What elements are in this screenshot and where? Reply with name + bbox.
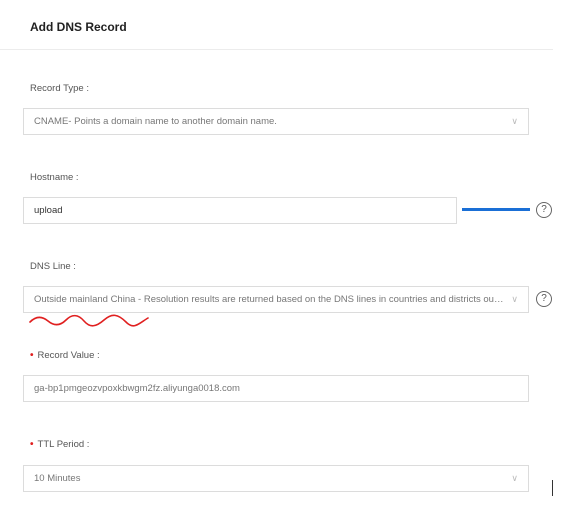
ttl-select[interactable]: 10 Minutes ∨	[23, 465, 529, 492]
handwritten-underline-annotation	[29, 314, 149, 327]
dns-line-label: DNS Line :	[30, 261, 76, 272]
hostname-input[interactable]: upload	[23, 197, 457, 224]
required-marker: •	[30, 439, 34, 450]
header-divider	[0, 49, 553, 50]
chevron-down-icon: ∨	[511, 116, 518, 126]
dns-line-help-icon[interactable]: ?	[536, 291, 552, 307]
dialog-title: Add DNS Record	[30, 20, 127, 34]
record-type-label: Record Type :	[30, 83, 89, 94]
ttl-value: 10 Minutes	[34, 473, 81, 484]
record-value-text: ga-bp1pmgeozvpoxkbwgm2fz.aliyunga0018.co…	[34, 383, 240, 394]
hostname-value: upload	[34, 205, 63, 216]
required-marker: •	[30, 350, 34, 361]
hostname-label: Hostname :	[30, 172, 79, 183]
chevron-down-icon: ∨	[511, 473, 518, 483]
redaction-mark	[462, 208, 530, 211]
text-cursor	[552, 480, 553, 496]
record-type-value: CNAME- Points a domain name to another d…	[34, 116, 277, 127]
chevron-down-icon: ∨	[511, 294, 518, 304]
dns-line-value: Outside mainland China - Resolution resu…	[34, 294, 505, 305]
record-value-label: • Record Value :	[30, 350, 100, 361]
record-type-select[interactable]: CNAME- Points a domain name to another d…	[23, 108, 529, 135]
dns-line-select[interactable]: Outside mainland China - Resolution resu…	[23, 286, 529, 313]
hostname-help-icon[interactable]: ?	[536, 202, 552, 218]
record-value-label-text: Record Value :	[37, 350, 100, 361]
ttl-label-text: TTL Period :	[37, 439, 90, 450]
record-value-input[interactable]: ga-bp1pmgeozvpoxkbwgm2fz.aliyunga0018.co…	[23, 375, 529, 402]
ttl-label: • TTL Period :	[30, 439, 89, 450]
